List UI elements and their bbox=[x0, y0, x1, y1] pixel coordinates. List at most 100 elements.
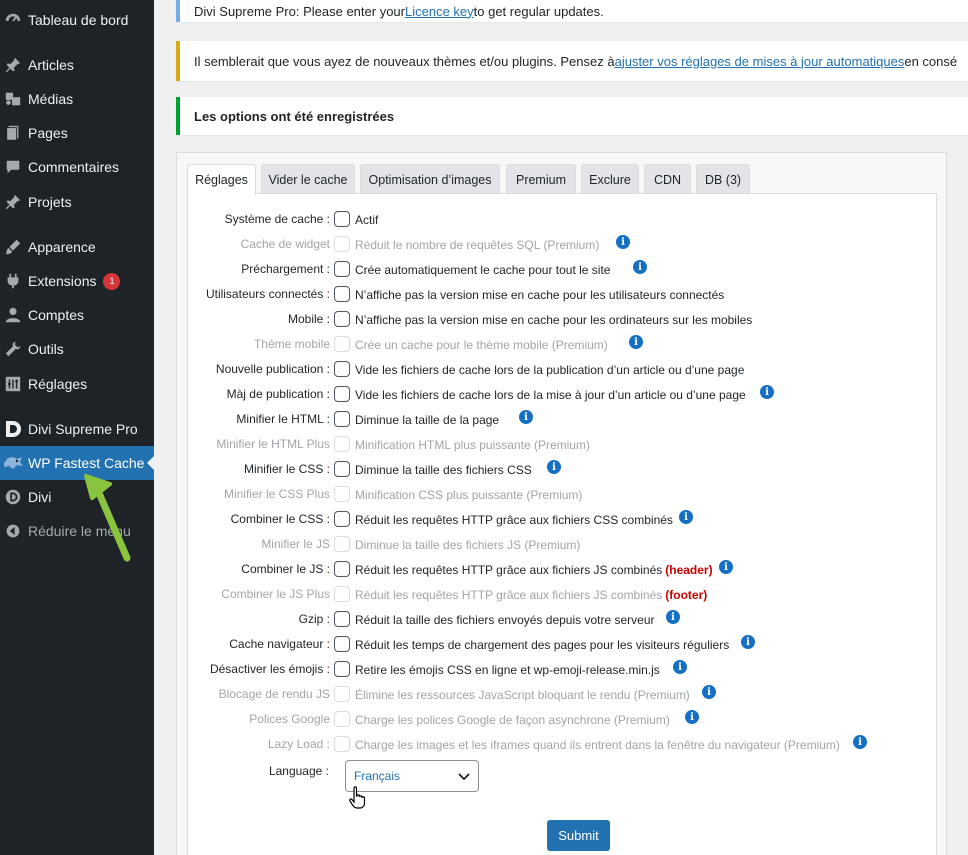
active-indicator bbox=[147, 456, 154, 470]
admin-sidebar: Tableau de bord Articles Médias Pages Commen… bbox=[0, 0, 154, 855]
sidebar-item-comptes[interactable]: Comptes bbox=[0, 298, 154, 332]
sidebar-item-tableau-de-bord[interactable]: Tableau de bord bbox=[0, 3, 154, 37]
setting-description: Crée un cache pour le thème mobile (Prem… bbox=[355, 338, 608, 352]
tab-premium[interactable]: Premium bbox=[506, 164, 576, 194]
setting-checkbox[interactable] bbox=[334, 611, 350, 627]
setting-label: Nouvelle publication : bbox=[215, 362, 330, 376]
sidebar-item-commentaires[interactable]: Commentaires bbox=[0, 150, 154, 184]
setting-checkbox[interactable] bbox=[334, 511, 350, 527]
info-icon[interactable]: i bbox=[629, 335, 643, 349]
setting-checkbox[interactable] bbox=[334, 386, 350, 402]
info-icon[interactable]: i bbox=[547, 460, 561, 474]
setting-description: Retire les émojis CSS en ligne et wp-emo… bbox=[355, 663, 660, 677]
setting-description: Diminue la taille des fichiers CSS bbox=[355, 463, 532, 477]
info-icon[interactable]: i bbox=[673, 660, 687, 674]
setting-label: Combiner le JS : bbox=[241, 562, 330, 576]
setting-label: Désactiver les émojis : bbox=[209, 662, 330, 676]
info-icon[interactable]: i bbox=[702, 685, 716, 699]
sidebar-item-apparence[interactable]: Apparence bbox=[0, 230, 154, 264]
setting-checkbox[interactable] bbox=[334, 261, 350, 277]
annotation-arrow bbox=[84, 474, 131, 562]
setting-description-text: Crée un cache pour le thème mobile (Prem… bbox=[355, 338, 608, 352]
info-icon[interactable]: i bbox=[719, 560, 733, 574]
tab-r-glages[interactable]: Réglages bbox=[187, 164, 256, 195]
setting-label: Polices Google bbox=[249, 712, 330, 726]
setting-checkbox[interactable] bbox=[334, 361, 350, 377]
tab-vider-le-cache[interactable]: Vider le cache bbox=[261, 164, 355, 194]
setting-checkbox[interactable] bbox=[334, 661, 350, 677]
chevron-down-icon bbox=[458, 773, 470, 781]
setting-description-text: Élimine les ressources JavaScript bloqua… bbox=[355, 688, 690, 702]
setting-checkbox[interactable] bbox=[334, 561, 350, 577]
info-icon[interactable]: i bbox=[519, 410, 533, 424]
info-icon[interactable]: i bbox=[760, 385, 774, 399]
sidebar-item-label: Médias bbox=[28, 91, 74, 107]
setting-checkbox[interactable] bbox=[334, 411, 350, 427]
sidebar-item-label: Divi bbox=[28, 489, 52, 505]
setting-description-text: Actif bbox=[355, 213, 379, 227]
info-icon[interactable]: i bbox=[633, 260, 647, 274]
setting-label: Gzip : bbox=[298, 612, 330, 626]
sidebar-item-r-glages[interactable]: Réglages bbox=[0, 367, 154, 401]
setting-checkbox bbox=[334, 486, 350, 502]
saved-notice: Les options ont été enregistrées bbox=[176, 97, 968, 135]
setting-position-note: (footer) bbox=[665, 588, 708, 602]
info-icon[interactable]: i bbox=[741, 635, 755, 649]
setting-description-text: Diminue la taille des fichiers JS (Premi… bbox=[355, 538, 581, 552]
sidebar-item-outils[interactable]: Outils bbox=[0, 332, 154, 366]
brush-icon bbox=[0, 238, 28, 256]
setting-checkbox[interactable] bbox=[334, 461, 350, 477]
setting-description-text: Diminue la taille de la page bbox=[355, 413, 500, 427]
setting-description: Réduit les temps de chargement des pages… bbox=[355, 638, 729, 652]
pin-icon bbox=[0, 56, 28, 74]
sidebar-item-label: Articles bbox=[28, 57, 74, 73]
setting-checkbox[interactable] bbox=[334, 286, 350, 302]
sidebar-item-pages[interactable]: Pages bbox=[0, 116, 154, 150]
setting-description-text: Crée automatiquement le cache pour tout … bbox=[355, 263, 611, 277]
sidebar-item-divi-supreme-pro[interactable]: Divi Supreme Pro bbox=[0, 412, 154, 446]
media-icon bbox=[0, 90, 28, 108]
setting-checkbox bbox=[334, 536, 350, 552]
collapse-icon bbox=[0, 523, 28, 539]
setting-checkbox bbox=[334, 336, 350, 352]
info-icon[interactable]: i bbox=[666, 610, 680, 624]
setting-label: Utilisateurs connectés : bbox=[205, 287, 330, 301]
update-count-badge: 1 bbox=[103, 272, 121, 290]
setting-checkbox[interactable] bbox=[334, 211, 350, 227]
setting-description: Vide les fichiers de cache lors de la pu… bbox=[355, 363, 744, 377]
sidebar-item-m-dias[interactable]: Médias bbox=[0, 82, 154, 116]
submit-button[interactable]: Submit bbox=[547, 820, 610, 851]
tab-optimisation-d-images[interactable]: Optimisation d’images bbox=[360, 164, 500, 194]
setting-description-text: Réduit le nombre de requêtes SQL (Premiu… bbox=[355, 238, 600, 252]
setting-position-note: (header) bbox=[665, 563, 713, 577]
auto-updates-link[interactable]: ajuster vos réglages de mises à jour aut… bbox=[615, 54, 905, 69]
setting-label: Combiner le JS Plus bbox=[221, 587, 330, 601]
info-icon[interactable]: i bbox=[616, 235, 630, 249]
info-icon[interactable]: i bbox=[685, 710, 699, 724]
cheetah-icon bbox=[0, 454, 28, 472]
dashboard-icon bbox=[0, 11, 28, 29]
setting-checkbox[interactable] bbox=[334, 311, 350, 327]
setting-description-text: Réduit les requêtes HTTP grâce aux fichi… bbox=[355, 588, 663, 602]
setting-checkbox[interactable] bbox=[334, 636, 350, 652]
setting-checkbox bbox=[334, 686, 350, 702]
sidebar-item-projets[interactable]: Projets bbox=[0, 185, 154, 219]
tab-cdn[interactable]: CDN bbox=[644, 164, 691, 194]
sidebar-item-extensions[interactable]: Extensions 1 bbox=[0, 264, 154, 298]
updates-notice-text-end: en consé bbox=[904, 53, 958, 69]
licence-key-link[interactable]: Licence key bbox=[405, 4, 474, 19]
info-icon[interactable]: i bbox=[679, 510, 693, 524]
tab-exclure[interactable]: Exclure bbox=[581, 164, 639, 194]
setting-checkbox bbox=[334, 586, 350, 602]
setting-description-text: Vide les fichiers de cache lors de la pu… bbox=[355, 363, 745, 377]
sidebar-item-label: Apparence bbox=[28, 239, 96, 255]
sidebar-item-label: Divi Supreme Pro bbox=[28, 421, 138, 437]
setting-label: Système de cache : bbox=[224, 212, 330, 226]
sidebar-item-articles[interactable]: Articles bbox=[0, 48, 154, 82]
info-icon[interactable]: i bbox=[853, 735, 867, 749]
setting-description: Charge les images et les iframes quand i… bbox=[355, 738, 840, 752]
setting-description-text: Réduit les requêtes HTTP grâce aux fichi… bbox=[355, 513, 673, 527]
comment-icon bbox=[0, 158, 28, 176]
tab-db-3[interactable]: DB (3) bbox=[696, 164, 750, 194]
pin-icon bbox=[0, 193, 28, 211]
